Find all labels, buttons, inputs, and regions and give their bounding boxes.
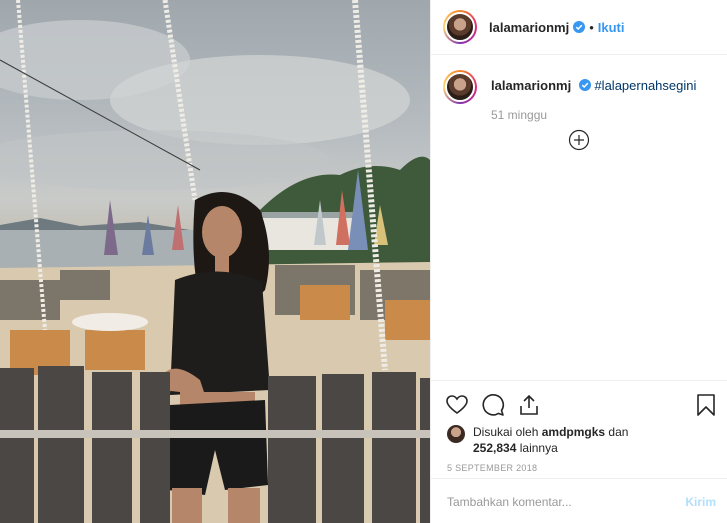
caption-username[interactable]: lalamarionmj	[491, 78, 571, 93]
photo-scene	[0, 0, 430, 523]
post-header: lalamarionmj • Ikuti	[431, 0, 727, 55]
share-button[interactable]	[517, 393, 541, 417]
likes-summary: Disukai oleh amdpmgks dan 252,834 lainny…	[447, 424, 673, 456]
verified-badge-icon	[573, 21, 586, 33]
caption-hashtag[interactable]: #lalapernahsegini	[594, 78, 696, 93]
verified-badge-icon	[578, 79, 591, 91]
follow-button[interactable]: Ikuti	[598, 20, 625, 35]
plus-circle-icon[interactable]	[568, 129, 590, 151]
share-icon[interactable]	[517, 393, 541, 417]
author-username[interactable]: lalamarionmj	[489, 20, 569, 35]
liked-by-user[interactable]: amdpmgks	[542, 425, 605, 439]
action-icons	[445, 393, 541, 417]
comment-icon[interactable]	[481, 393, 505, 417]
caption-time: 51 minggu	[491, 108, 548, 122]
caption-avatar[interactable]	[443, 70, 477, 104]
post-date[interactable]: 5 SEPTEMBER 2018	[447, 463, 537, 473]
author-avatar[interactable]	[443, 10, 477, 44]
post-photo[interactable]	[0, 0, 430, 523]
save-button[interactable]	[694, 393, 718, 417]
likes-text: Disukai oleh amdpmgks dan 252,834 lainny…	[473, 424, 673, 456]
separator-dot: •	[589, 19, 594, 35]
post-comment-button[interactable]: Kirim	[685, 495, 716, 509]
comment-button[interactable]	[481, 393, 505, 417]
caption-body: lalamarionmj #lalapernahsegini	[491, 70, 696, 104]
liked-by-prefix: Disukai oleh	[473, 425, 539, 439]
bookmark-icon[interactable]	[695, 393, 717, 417]
post-side-panel: lalamarionmj • Ikuti lalamarionmj #lalap…	[430, 0, 727, 523]
post-container: lalamarionmj • Ikuti lalamarionmj #lalap…	[0, 0, 727, 523]
comment-form: Kirim	[431, 478, 727, 523]
post-actions: Disukai oleh amdpmgks dan 252,834 lainny…	[431, 380, 727, 523]
like-button[interactable]	[445, 393, 469, 417]
load-more-comments-button[interactable]	[568, 129, 590, 156]
liker-avatar[interactable]	[447, 425, 465, 443]
caption: lalamarionmj #lalapernahsegini	[443, 70, 718, 104]
likes-count[interactable]: 252,834	[473, 441, 516, 455]
likes-suffix[interactable]: lainnya	[520, 441, 558, 455]
liked-by-and: dan	[608, 425, 629, 439]
comment-input[interactable]	[447, 494, 686, 509]
heart-icon[interactable]	[445, 393, 469, 417]
